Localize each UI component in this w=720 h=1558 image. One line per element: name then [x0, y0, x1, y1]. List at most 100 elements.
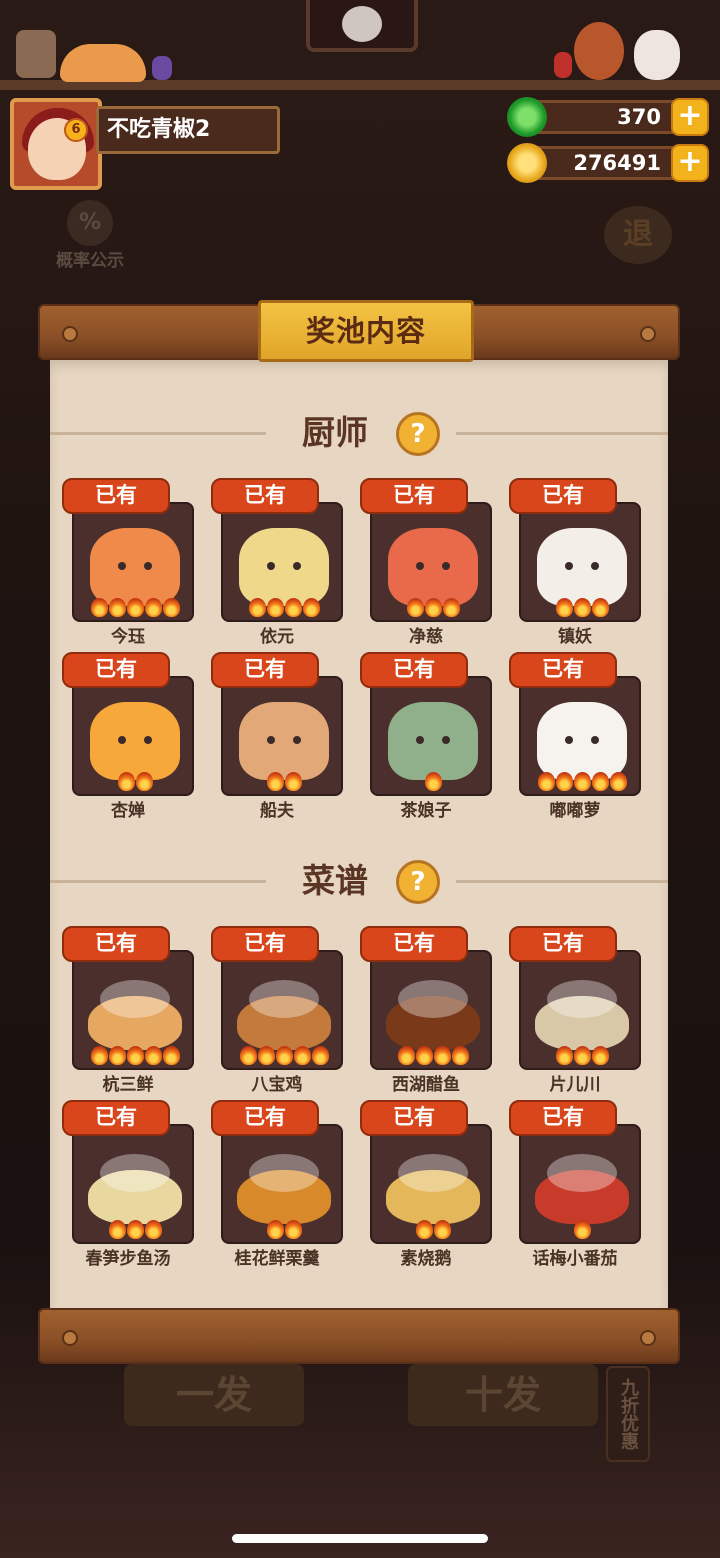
- recipe-card[interactable]: 已有 话梅小番茄: [509, 1100, 641, 1269]
- recipe-help-button[interactable]: ?: [396, 860, 440, 904]
- divider: [456, 880, 668, 883]
- owned-badge: 已有: [509, 478, 617, 514]
- notice-board-icon: [16, 30, 56, 78]
- flame-star-icon: [257, 1046, 275, 1065]
- flame-star-icon: [433, 1046, 451, 1065]
- flame-star-icon: [573, 598, 591, 617]
- jar-icon: [554, 52, 572, 78]
- recipe-card[interactable]: 已有 春笋步鱼汤: [62, 1100, 194, 1269]
- flame-star-icon: [555, 772, 573, 791]
- star-rating: [372, 1220, 490, 1240]
- probability-button[interactable]: % 概率公示: [44, 200, 136, 272]
- flame-star-icon: [573, 1046, 591, 1065]
- chef-name: 杏婵: [111, 801, 145, 821]
- player-level-badge: 6: [64, 118, 88, 142]
- recipe-name: 素烧鹅: [400, 1249, 452, 1269]
- flame-star-icon: [108, 1046, 126, 1065]
- chef-card[interactable]: 已有 船夫: [211, 652, 343, 821]
- chef-name: 嘟嘟萝: [549, 801, 601, 821]
- recipe-card[interactable]: 已有 片儿川: [509, 926, 641, 1095]
- flame-star-icon: [126, 1220, 144, 1239]
- star-rating: [223, 598, 341, 618]
- chef-card[interactable]: 已有 依元: [211, 478, 343, 647]
- owned-badge: 已有: [509, 1100, 617, 1136]
- home-indicator[interactable]: [232, 1534, 488, 1543]
- star-rating: [74, 598, 192, 618]
- flame-star-icon: [144, 1046, 162, 1065]
- exit-button[interactable]: 退: [604, 206, 672, 264]
- flame-star-icon: [162, 598, 180, 617]
- chef-card[interactable]: 已有嘟嘟萝: [509, 652, 641, 821]
- flame-star-icon: [415, 1046, 433, 1065]
- chef-name: 船夫: [260, 801, 294, 821]
- flame-star-icon: [117, 772, 135, 791]
- dish-food-icon: [547, 980, 617, 1018]
- chef-card[interactable]: 已有今珏: [62, 478, 194, 647]
- owned-badge: 已有: [62, 926, 170, 962]
- flame-star-icon: [108, 598, 126, 617]
- star-rating: [223, 772, 341, 792]
- girl-mascot-icon: [574, 22, 624, 80]
- recipe-card[interactable]: 已有 素烧鹅: [360, 1100, 492, 1269]
- dish-food-icon: [249, 980, 319, 1018]
- chef-name: 镇妖: [558, 627, 592, 647]
- flame-star-icon: [90, 1046, 108, 1065]
- star-rating: [521, 1220, 639, 1240]
- dish-portrait: [72, 1124, 194, 1244]
- star-rating: [372, 598, 490, 618]
- chef-avatar-icon: [239, 702, 329, 780]
- recipe-card[interactable]: 已有 杭三鲜: [62, 926, 194, 1095]
- chef-avatar-icon: [537, 702, 627, 780]
- flame-star-icon: [266, 772, 284, 791]
- chef-portrait: [370, 676, 492, 796]
- chef-name: 今珏: [111, 627, 145, 647]
- owned-badge: 已有: [509, 652, 617, 688]
- recipe-card[interactable]: 已有 西湖醋鱼: [360, 926, 492, 1095]
- jade-coin-icon: [507, 97, 547, 137]
- star-rating: [372, 1046, 490, 1066]
- hanging-banner: [306, 0, 418, 52]
- flame-star-icon: [442, 598, 460, 617]
- add-gold-button[interactable]: +: [671, 144, 709, 182]
- dish-portrait: [72, 950, 194, 1070]
- jade-currency: 370 +: [507, 97, 709, 137]
- gold-amount: 276491: [573, 151, 661, 175]
- flame-star-icon: [284, 1220, 302, 1239]
- dish-food-icon: [249, 1154, 319, 1192]
- star-rating: [223, 1220, 341, 1240]
- chef-card[interactable]: 已有 茶娘子: [360, 652, 492, 821]
- chef-portrait: [519, 676, 641, 796]
- owned-badge: 已有: [62, 652, 170, 688]
- chef-avatar-icon: [90, 702, 180, 780]
- divider: [50, 880, 266, 883]
- chef-card[interactable]: 已有 净慈: [360, 478, 492, 647]
- chef-name: 净慈: [409, 627, 443, 647]
- dish-portrait: [370, 950, 492, 1070]
- ten-draw-button[interactable]: 十发: [408, 1364, 598, 1426]
- owned-badge: 已有: [62, 1100, 170, 1136]
- chef-portrait: [72, 676, 194, 796]
- flame-star-icon: [451, 1046, 469, 1065]
- section-title: 厨师: [302, 413, 368, 452]
- chef-help-button[interactable]: ?: [396, 412, 440, 456]
- panel-title: 奖池内容: [258, 300, 474, 362]
- jade-amount: 370: [617, 105, 661, 129]
- chef-card[interactable]: 已有杏婵: [62, 652, 194, 821]
- section-title: 菜谱: [302, 861, 368, 900]
- flame-star-icon: [275, 1046, 293, 1065]
- chef-avatar-icon: [388, 528, 478, 606]
- flame-star-icon: [239, 1046, 257, 1065]
- flame-star-icon: [293, 1046, 311, 1065]
- chef-avatar-icon: [388, 702, 478, 780]
- recipe-name: 西湖醋鱼: [392, 1075, 460, 1095]
- recipe-card[interactable]: 已有 八宝鸡: [211, 926, 343, 1095]
- recipe-card[interactable]: 已有 桂花鲜栗羹: [211, 1100, 343, 1269]
- add-jade-button[interactable]: +: [671, 98, 709, 136]
- chef-card[interactable]: 已有镇妖: [509, 478, 641, 647]
- owned-badge: 已有: [62, 478, 170, 514]
- section-header-chefs: 厨师 ?: [50, 410, 668, 456]
- flame-star-icon: [591, 1046, 609, 1065]
- flame-star-icon: [311, 1046, 329, 1065]
- single-draw-button[interactable]: 一发: [124, 1364, 304, 1426]
- player-avatar[interactable]: [10, 98, 102, 190]
